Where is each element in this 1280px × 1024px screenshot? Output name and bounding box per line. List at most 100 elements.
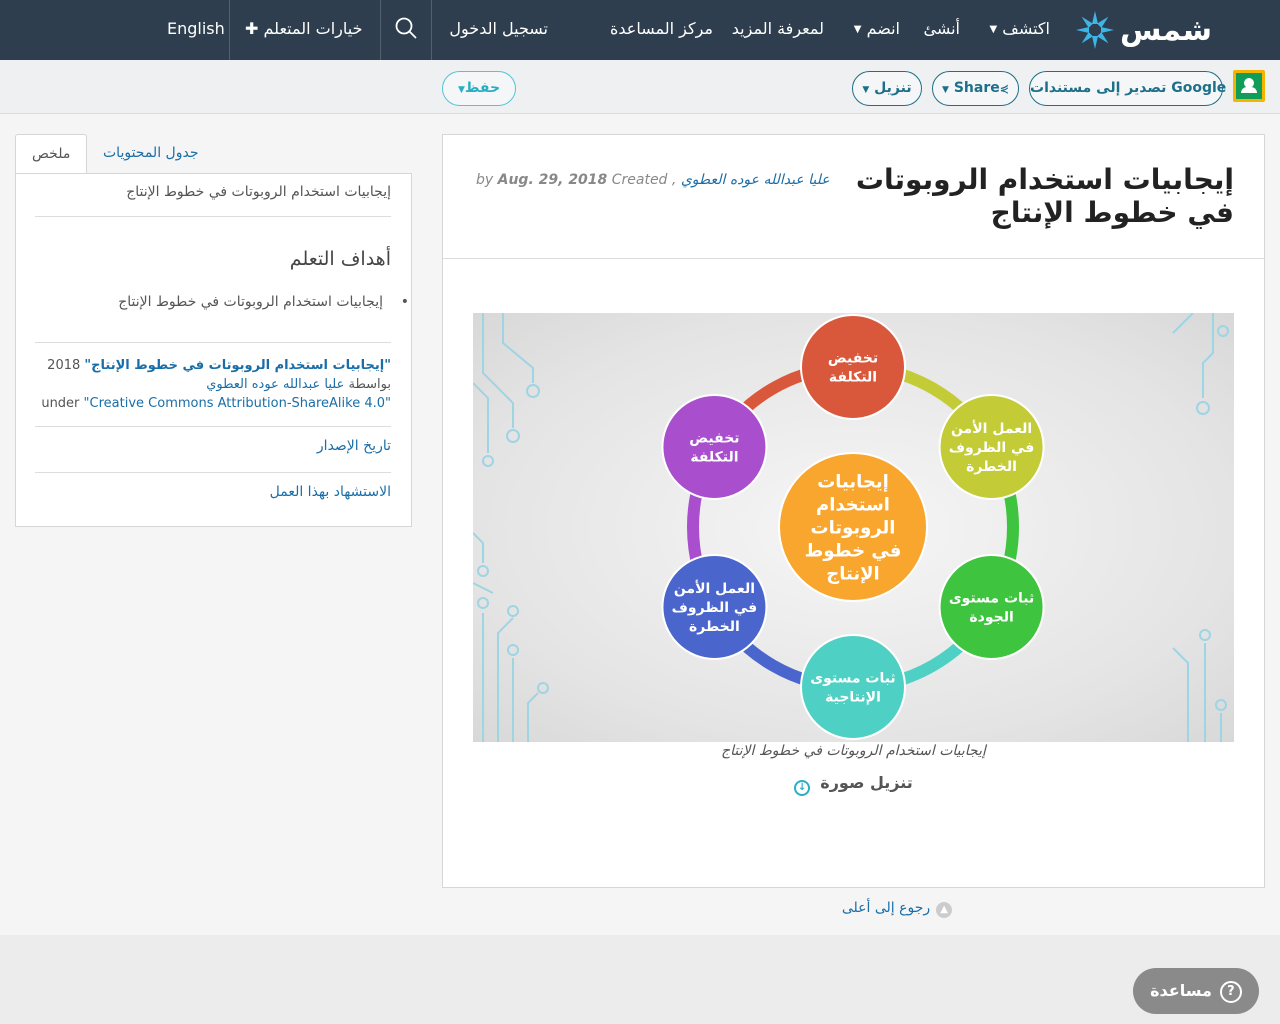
diagram-node-label: تخفيض [828, 350, 878, 366]
infographic-diagram: تخفيض التكلفة العمل الأمن في الظروف الخطرة ثب… [473, 313, 1229, 742]
infographic-image: تخفيض التكلفة العمل الأمن في الظروف الخطرة ثب… [473, 313, 1234, 742]
nav-help-center-label: مركز المساعدة [610, 19, 713, 38]
diagram-node-label: الخطرة [689, 619, 740, 635]
meta-created: Created [611, 172, 668, 188]
help-label: مساعدة [1150, 981, 1212, 1000]
google-slides-icon[interactable] [1233, 70, 1265, 102]
diagram-node-label: الإنتاجية [825, 689, 881, 705]
divider [35, 342, 391, 343]
nav-help-center[interactable]: مركز المساعدة [610, 0, 713, 60]
save-label: حفظ [464, 80, 501, 96]
image-caption: إيجابيات استخدام الروبوتات في خطوط الإنت… [721, 743, 986, 759]
diagram-node-label: ثبات مستوى [810, 670, 895, 686]
nav-learn-more[interactable]: لمعرفة المزيد [732, 0, 824, 60]
save-button[interactable]: ▼حفظ [442, 71, 516, 106]
google-slides-icon-body [1241, 87, 1257, 93]
chevron-down-icon: ▼ [989, 24, 998, 35]
tab-toc-label: جدول المحتويات [103, 145, 199, 161]
download-circle-icon: ↓ [794, 780, 811, 796]
caret-down-icon: ▼ [942, 85, 949, 95]
diagram-node-label: الإنتاج [826, 563, 879, 584]
diagram-node-label: إيجابيات [817, 471, 889, 492]
citation-author-link[interactable]: عليا عبدالله عوده العطوي [206, 377, 344, 392]
diagram-node [800, 314, 906, 420]
nav-login[interactable]: تسجيل الدخول [449, 0, 548, 60]
meta-date: Aug. 29, 2018 [497, 172, 608, 188]
sidebar-panel: إيجابيات استخدام الروبوتات في خطوط الإنت… [15, 173, 412, 527]
diagram-node [938, 554, 1045, 660]
citation-block: "إيجابيات استخدام الروبوتات في خطوط الإن… [35, 356, 391, 413]
caret-down-icon: ▼ [862, 85, 870, 95]
release-history-link[interactable]: تاريخ الإصدار [317, 438, 391, 454]
nav-learner-options-label: خيارات المتعلم [263, 19, 363, 38]
share-icon: ⋞ [999, 82, 1009, 95]
logo-text: شمس [1119, 12, 1212, 48]
nav-join[interactable]: ▼ انضم [848, 0, 900, 60]
plus-icon: ✚ [245, 19, 259, 38]
diagram-node-label: استخدام [816, 494, 890, 515]
nav-learner-options[interactable]: ✚ خيارات المتعلم [245, 0, 362, 60]
diagram-node-label: ثبات مستوى [949, 590, 1034, 606]
citation-title[interactable]: "إيجابيات استخدام الروبوتات في خطوط الإن… [84, 358, 391, 373]
export-google-docs-label: تصدير إلى مستندات Google [1030, 80, 1227, 96]
content-toolbar: تصدير إلى مستندات Google ▼ Share⋞ ▼ تنزي… [0, 60, 1280, 114]
nav-create-label: أنشئ [923, 19, 960, 38]
nav-discover-label: اكتشف [1002, 19, 1050, 38]
top-navbar: شمس ▼ اكتشف أنشئ ▼ انضم لمعرفة المزيد مر… [0, 0, 1280, 60]
citation-year: 2018 [47, 358, 81, 373]
nav-divider [431, 0, 432, 60]
nav-create[interactable]: أنشئ [923, 0, 960, 60]
diagram-node-label: الروبوتات [811, 517, 896, 538]
search-button[interactable] [381, 0, 431, 60]
sidebar-tabs: ملخص جدول المحتويات [15, 134, 412, 174]
nav-discover[interactable]: ▼ اكتشف [983, 0, 1050, 60]
nav-language-switch[interactable]: English [167, 0, 225, 60]
share-button[interactable]: ▼ Share⋞ [932, 71, 1019, 106]
license-link[interactable]: "Creative Commons Attribution-ShareAlike… [84, 396, 391, 411]
download-image-label: تنزيل صورة [820, 773, 913, 792]
search-icon [395, 17, 417, 39]
diagram-node [800, 634, 906, 740]
tab-summary[interactable]: ملخص [15, 134, 88, 174]
footer [0, 935, 1280, 1024]
learning-objective-item: إيجابيات استخدام الروبوتات في خطوط الإنت… [118, 294, 409, 310]
diagram-node-label: في الظروف [949, 440, 1035, 456]
diagram-node-label: الخطرة [966, 459, 1017, 475]
back-to-top-label: رجوع إلى أعلى [841, 900, 931, 916]
meta-author-link[interactable]: عليا عبدالله عوده العطوي [681, 172, 830, 188]
diagram-node-label: الجودة [969, 609, 1013, 625]
citation-by: بواسطة [348, 377, 391, 392]
main-content-panel: إيجابيات استخدام الروبوتات في خطوط الإنت… [442, 134, 1265, 888]
page-title: إيجابيات استخدام الروبوتات في خطوط الإنت… [855, 163, 1234, 229]
share-label: Share [953, 80, 1000, 96]
meta-comma: , [671, 172, 677, 188]
site-logo[interactable]: شمس [1074, 6, 1212, 54]
nav-divider [229, 0, 230, 60]
download-image-link[interactable]: تنزيل صورة ↓ [443, 773, 1264, 796]
divider [35, 472, 391, 473]
diagram-node-label: في الظروف [672, 600, 758, 616]
chevron-down-icon: ▼ [853, 24, 862, 35]
nav-language-label: English [167, 19, 225, 38]
diagram-center: إيجابياتاستخدامالروبوتاتفي خطوطالإنتاج [778, 452, 928, 602]
help-button[interactable]: ? مساعدة [1133, 968, 1259, 1014]
diagram-node-label: التكلفة [829, 369, 877, 385]
diagram-node-label: العمل الأمن [674, 580, 755, 597]
diagram-node [661, 394, 768, 500]
nav-login-label: تسجيل الدخول [449, 19, 548, 38]
nav-divider [380, 0, 381, 60]
summary-text: إيجابيات استخدام الروبوتات في خطوط الإنت… [126, 184, 391, 200]
citation-under: under [41, 396, 84, 411]
cite-this-work-link[interactable]: الاستشهاد بهذا العمل [270, 484, 391, 500]
diagram-node-label: في خطوط [805, 540, 902, 561]
diagram-node-label: التكلفة [690, 449, 738, 465]
article-meta: by Aug. 29, 2018 Created , عليا عبدالله … [476, 172, 830, 188]
export-google-docs-button[interactable]: تصدير إلى مستندات Google [1029, 71, 1227, 106]
back-to-top-link[interactable]: ▲ رجوع إلى أعلى [442, 900, 1280, 918]
question-icon: ? [1219, 981, 1242, 1003]
tab-toc[interactable]: جدول المحتويات [87, 134, 214, 174]
divider [35, 216, 391, 217]
download-button[interactable]: ▼ تنزيل [852, 71, 922, 106]
learning-objectives-heading: أهداف التعلم [289, 248, 391, 270]
tab-summary-label: ملخص [32, 146, 71, 162]
